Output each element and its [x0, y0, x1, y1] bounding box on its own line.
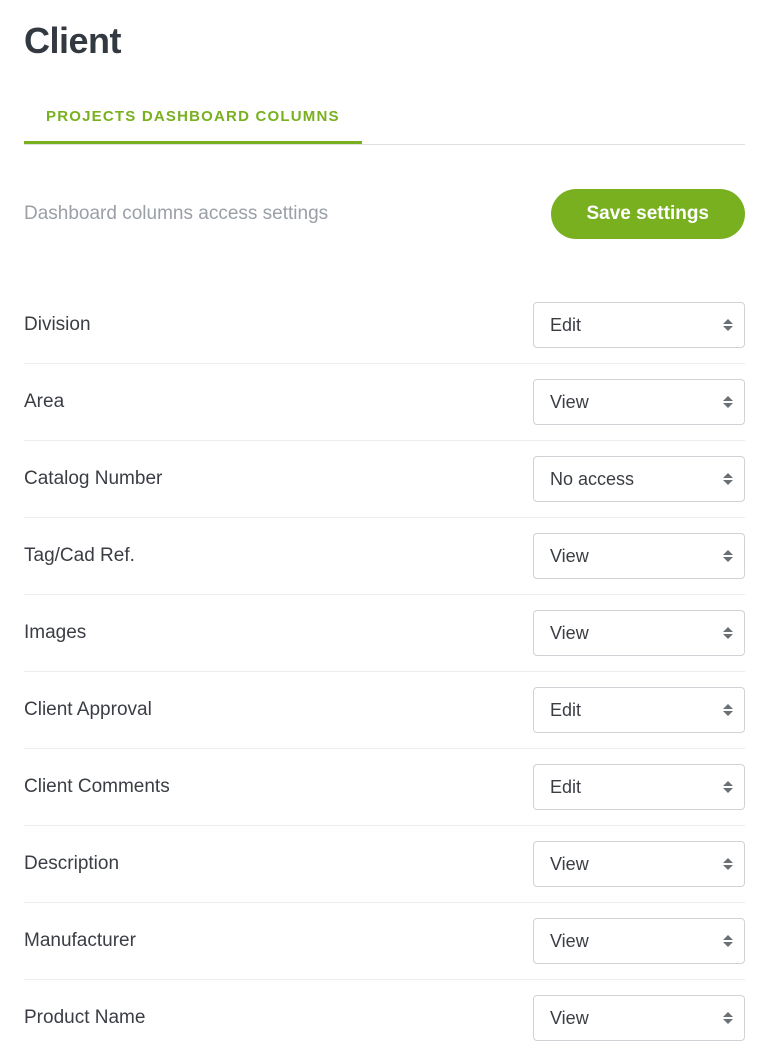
- setting-row-description: Description View: [24, 826, 745, 903]
- select-value[interactable]: View: [533, 918, 745, 964]
- setting-label: Description: [24, 853, 119, 875]
- select-value[interactable]: Edit: [533, 764, 745, 810]
- setting-row-client-comments: Client Comments Edit: [24, 749, 745, 826]
- select-images[interactable]: View: [533, 610, 745, 656]
- setting-row-division: Division Edit: [24, 287, 745, 364]
- select-value[interactable]: View: [533, 995, 745, 1041]
- select-division[interactable]: Edit: [533, 302, 745, 348]
- setting-row-client-approval: Client Approval Edit: [24, 672, 745, 749]
- setting-label: Tag/Cad Ref.: [24, 545, 135, 567]
- subtitle: Dashboard columns access settings: [24, 203, 328, 225]
- setting-label: Images: [24, 622, 86, 644]
- setting-label: Area: [24, 391, 64, 413]
- select-manufacturer[interactable]: View: [533, 918, 745, 964]
- select-value[interactable]: Edit: [533, 302, 745, 348]
- tab-projects-dashboard-columns[interactable]: PROJECTS DASHBOARD COLUMNS: [24, 90, 362, 144]
- select-tag-cad-ref[interactable]: View: [533, 533, 745, 579]
- select-value[interactable]: View: [533, 841, 745, 887]
- select-description[interactable]: View: [533, 841, 745, 887]
- setting-label: Client Approval: [24, 699, 152, 721]
- setting-label: Manufacturer: [24, 930, 136, 952]
- select-client-comments[interactable]: Edit: [533, 764, 745, 810]
- page-title: Client: [24, 20, 745, 62]
- select-value[interactable]: No access: [533, 456, 745, 502]
- setting-label: Division: [24, 314, 91, 336]
- select-value[interactable]: Edit: [533, 687, 745, 733]
- setting-label: Product Name: [24, 1007, 145, 1029]
- select-area[interactable]: View: [533, 379, 745, 425]
- setting-label: Client Comments: [24, 776, 170, 798]
- setting-row-manufacturer: Manufacturer View: [24, 903, 745, 980]
- select-value[interactable]: View: [533, 379, 745, 425]
- select-catalog-number[interactable]: No access: [533, 456, 745, 502]
- setting-row-images: Images View: [24, 595, 745, 672]
- tabs-container: PROJECTS DASHBOARD COLUMNS: [24, 90, 745, 145]
- save-settings-button[interactable]: Save settings: [551, 189, 746, 239]
- setting-row-catalog-number: Catalog Number No access: [24, 441, 745, 518]
- select-product-name[interactable]: View: [533, 995, 745, 1041]
- select-value[interactable]: View: [533, 610, 745, 656]
- setting-label: Catalog Number: [24, 468, 162, 490]
- setting-row-tag-cad-ref: Tag/Cad Ref. View: [24, 518, 745, 595]
- setting-row-area: Area View: [24, 364, 745, 441]
- select-value[interactable]: View: [533, 533, 745, 579]
- select-client-approval[interactable]: Edit: [533, 687, 745, 733]
- header-row: Dashboard columns access settings Save s…: [24, 189, 745, 239]
- settings-list: Division Edit Area View Catalog Number N…: [24, 287, 745, 1041]
- setting-row-product-name: Product Name View: [24, 980, 745, 1041]
